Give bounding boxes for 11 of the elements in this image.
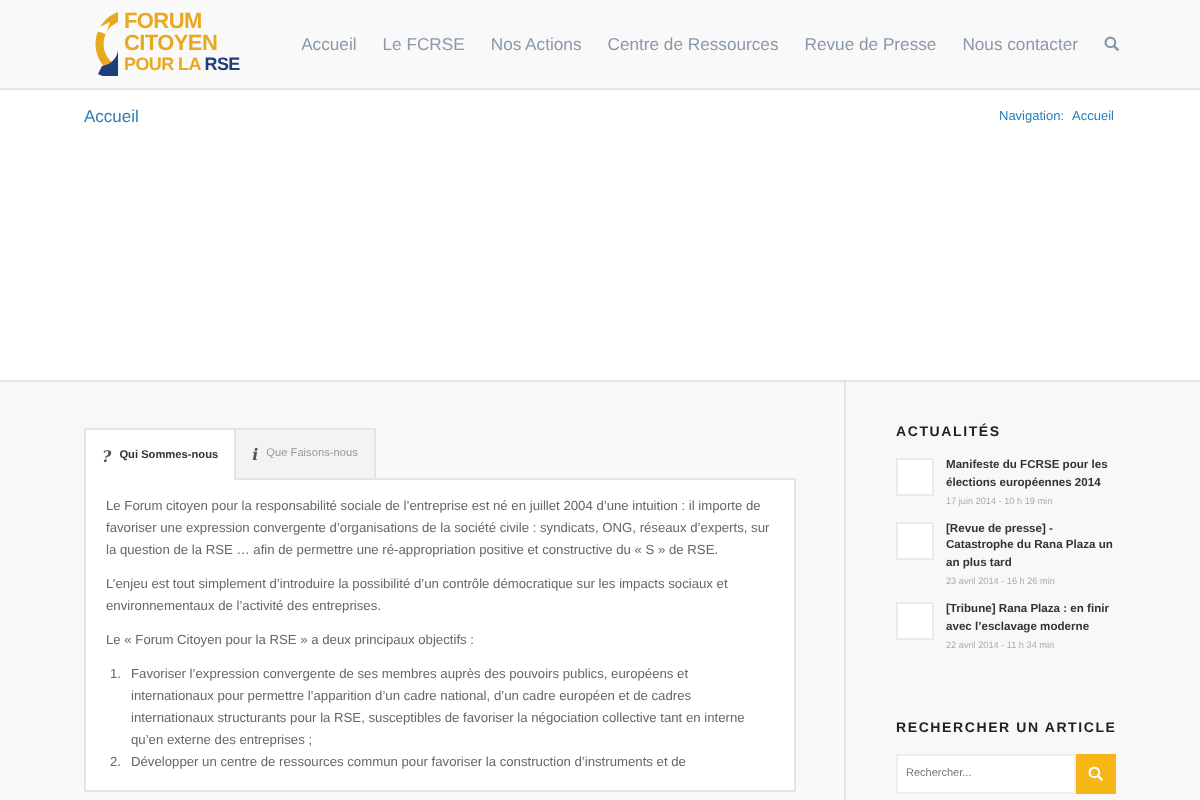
nav-link[interactable]: Nous contacter (962, 34, 1078, 54)
nav-link[interactable]: Centre de Ressources (607, 34, 779, 54)
nav-link[interactable]: Accueil (301, 34, 357, 54)
nav-link[interactable]: Le FCRSE (382, 34, 465, 54)
page-title: Accueil (84, 106, 139, 126)
logo-text: FORUM CITOYEN POUR LA RSE (124, 12, 240, 76)
search-icon[interactable] (1104, 36, 1120, 52)
search-icon (1088, 765, 1104, 782)
search-button[interactable] (1076, 753, 1116, 794)
nav-link[interactable]: Nos Actions (490, 34, 582, 54)
nav-link[interactable]: Revue de Presse (804, 34, 937, 54)
